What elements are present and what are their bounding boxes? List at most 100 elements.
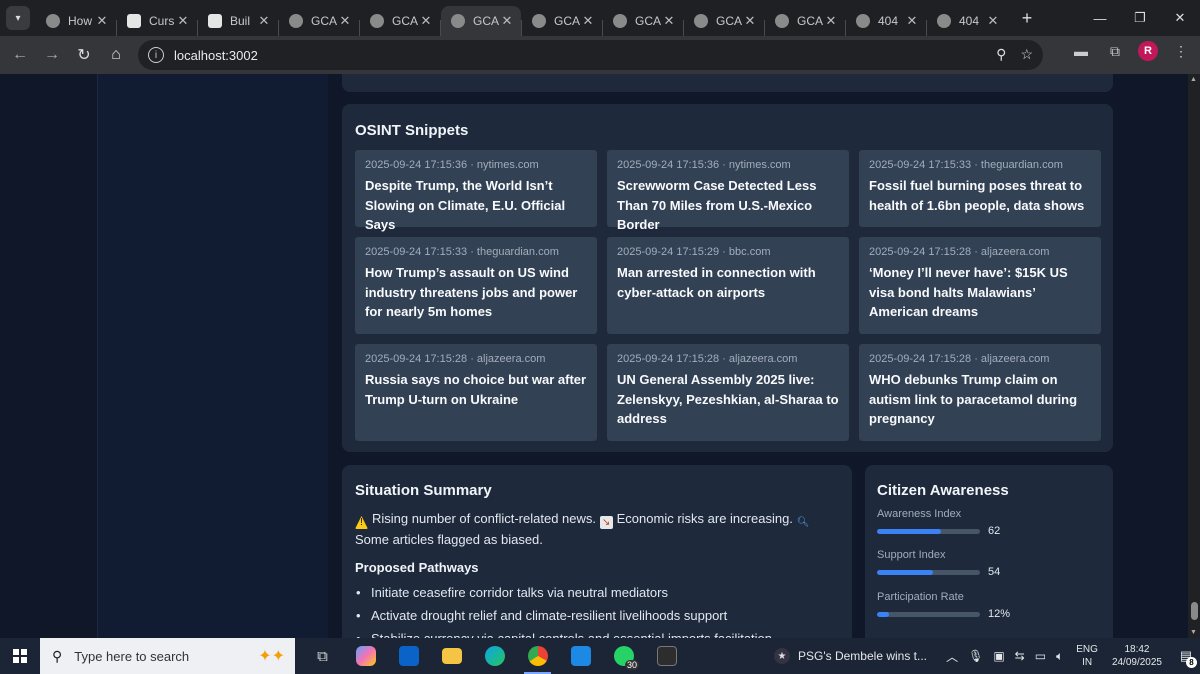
minimize-icon[interactable]: —: [1080, 0, 1120, 36]
address-url[interactable]: localhost:3002: [174, 48, 258, 63]
terminal-icon[interactable]: [645, 638, 688, 674]
snippet-meta: 2025-09-24 17:15:29 · bbc.com: [617, 246, 771, 258]
search-icon: ⚲: [52, 647, 63, 664]
reload-icon[interactable]: ↻: [68, 39, 100, 71]
home-icon[interactable]: ⌂: [100, 39, 132, 71]
microphone-icon[interactable]: 🎙︎: [968, 649, 983, 663]
osint-snippet[interactable]: 2025-09-24 17:15:33 · theguardian.com Fos…: [859, 150, 1101, 227]
browser-tab[interactable]: globe-icon GCA✕: [603, 6, 683, 36]
metric-label: Support Index: [877, 549, 946, 561]
extension-tile-icon[interactable]: ▬: [1070, 40, 1092, 62]
metric-value: 62: [988, 525, 1001, 537]
new-tab-button[interactable]: +: [1013, 8, 1041, 29]
edge-icon[interactable]: [473, 638, 516, 674]
tab-close-icon[interactable]: ✕: [904, 13, 920, 29]
volume-icon[interactable]: 🔈︎: [1056, 649, 1063, 664]
osint-snippet[interactable]: 2025-09-24 17:15:28 · aljazeera.com ‘Mone…: [859, 237, 1101, 334]
snippet-title[interactable]: UN General Assembly 2025 live: Zelenskyy…: [617, 370, 839, 429]
tab-close-icon[interactable]: ✕: [661, 13, 677, 29]
page-viewport: OSINT Snippets 2025-09-24 17:15:36 · nyt…: [0, 74, 1200, 638]
osint-snippet[interactable]: 2025-09-24 17:15:36 · nytimes.com Screwwo…: [607, 150, 849, 232]
browser-tab[interactable]: globe-icon GCA✕: [441, 6, 521, 36]
site-info-icon[interactable]: i: [148, 47, 164, 63]
close-window-icon[interactable]: ✕: [1160, 0, 1200, 36]
browser-tab[interactable]: globe-icon 404 ✕: [927, 6, 1007, 36]
browser-menu-icon[interactable]: ⋮: [1170, 40, 1192, 62]
browser-tab[interactable]: github-icon GCA✕: [279, 6, 359, 36]
pathway-item: Activate drought relief and climate-resi…: [355, 604, 772, 627]
network-icon[interactable]: ⇆: [1015, 649, 1025, 663]
osint-snippet[interactable]: 2025-09-24 17:15:36 · nytimes.com Despite…: [355, 150, 597, 232]
task-view-icon[interactable]: ⧉: [301, 638, 344, 674]
tab-close-icon[interactable]: ✕: [418, 13, 434, 29]
magnifier-icon: 🔍︎: [796, 517, 810, 528]
osint-snippet[interactable]: 2025-09-24 17:15:28 · aljazeera.com UN Ge…: [607, 344, 849, 441]
tab-close-icon[interactable]: ✕: [985, 13, 1001, 29]
camera-icon[interactable]: ▣: [993, 649, 1004, 663]
tab-close-icon[interactable]: ✕: [742, 13, 758, 29]
language-indicator[interactable]: ENG IN: [1076, 643, 1098, 669]
battery-icon[interactable]: ▭: [1035, 649, 1046, 663]
snippet-title[interactable]: Fossil fuel burning poses threat to heal…: [869, 176, 1091, 215]
news-widget[interactable]: ★ PSG's Dembele wins t...: [774, 648, 927, 664]
tab-close-icon[interactable]: ✕: [256, 13, 272, 29]
browser-tab[interactable]: globe-icon GCA✕: [522, 6, 602, 36]
copilot-sparkle-icon[interactable]: ✦✦: [258, 646, 285, 666]
awareness-metric: Support Index 54: [877, 549, 1107, 578]
tab-close-icon[interactable]: ✕: [94, 13, 110, 29]
browser-tab[interactable]: openai-icon How✕: [36, 6, 116, 36]
snippet-title[interactable]: WHO debunks Trump claim on autism link t…: [869, 370, 1091, 429]
tab-close-icon[interactable]: ✕: [823, 13, 839, 29]
tab-close-icon[interactable]: ✕: [499, 13, 515, 29]
extensions-puzzle-icon[interactable]: ⧉: [1104, 40, 1126, 62]
snippet-title[interactable]: Russia says no choice but war after Trum…: [365, 370, 587, 409]
tab-search-chevron-icon[interactable]: ▾: [6, 6, 30, 30]
page-scrollbar[interactable]: ▲ ▼: [1188, 74, 1200, 638]
tab-close-icon[interactable]: ✕: [337, 13, 353, 29]
osint-snippet[interactable]: 2025-09-24 17:15:33 · theguardian.com How…: [355, 237, 597, 334]
tab-close-icon[interactable]: ✕: [175, 13, 191, 29]
browser-tab[interactable]: cursor-icon Buil ✕: [198, 6, 278, 36]
awareness-metric: Participation Rate 12%: [877, 591, 1107, 620]
snippet-title[interactable]: Despite Trump, the World Isn’t Slowing o…: [365, 176, 587, 235]
scroll-down-icon[interactable]: ▼: [1190, 629, 1197, 636]
globe-icon: globe-icon: [451, 14, 465, 28]
notifications-icon[interactable]: ▤ 8: [1172, 638, 1200, 674]
osint-snippet[interactable]: 2025-09-24 17:15:29 · bbc.com Man arreste…: [607, 237, 849, 334]
scroll-up-icon[interactable]: ▲: [1190, 76, 1197, 83]
browser-tab[interactable]: globe-icon 404 ✕: [846, 6, 926, 36]
tab-close-icon[interactable]: ✕: [580, 13, 596, 29]
start-button[interactable]: [0, 638, 40, 674]
bookmark-star-icon[interactable]: ☆: [1020, 46, 1033, 63]
clock[interactable]: 18:42 24/09/2025: [1112, 643, 1162, 669]
outlook-icon[interactable]: [387, 638, 430, 674]
browser-tab[interactable]: cursor-icon Curs✕: [117, 6, 197, 36]
browser-tab[interactable]: globe-icon GCA✕: [360, 6, 440, 36]
chrome-icon[interactable]: [516, 638, 559, 674]
scrollbar-thumb[interactable]: [1191, 602, 1198, 620]
globe-icon: globe-icon: [370, 14, 384, 28]
osint-snippet[interactable]: 2025-09-24 17:15:28 · aljazeera.com WHO d…: [859, 344, 1101, 441]
snippet-title[interactable]: How Trump’s assault on US wind industry …: [365, 263, 587, 322]
copilot-icon[interactable]: [344, 638, 387, 674]
forward-icon[interactable]: →: [36, 39, 68, 71]
browser-tab[interactable]: globe-icon GCA✕: [684, 6, 764, 36]
whatsapp-icon[interactable]: 30: [602, 638, 645, 674]
osint-snippet[interactable]: 2025-09-24 17:15:28 · aljazeera.com Russi…: [355, 344, 597, 441]
restore-icon[interactable]: ❐: [1120, 0, 1160, 36]
snippet-title[interactable]: Man arrested in connection with cyber-at…: [617, 263, 839, 302]
snippet-meta: 2025-09-24 17:15:33 · theguardian.com: [869, 159, 1063, 171]
vscode-icon[interactable]: [559, 638, 602, 674]
back-icon[interactable]: ←: [4, 39, 36, 71]
snippet-title[interactable]: Screwworm Case Detected Less Than 70 Mil…: [617, 176, 839, 235]
whatsapp-badge: 30: [624, 660, 639, 670]
taskbar-search[interactable]: ⚲ Type here to search ✦✦: [40, 638, 295, 674]
situation-heading: Situation Summary: [355, 482, 492, 499]
tray-overflow-chevron-icon[interactable]: ︿: [946, 648, 958, 665]
address-bar[interactable]: i localhost:3002 ⚲ ☆: [138, 40, 1043, 70]
file-explorer-icon[interactable]: [430, 638, 473, 674]
zoom-icon[interactable]: ⚲: [996, 46, 1006, 63]
snippet-title[interactable]: ‘Money I’ll never have’: $15K US visa bo…: [869, 263, 1091, 322]
browser-tab[interactable]: github-icon GCA✕: [765, 6, 845, 36]
profile-avatar[interactable]: R: [1138, 41, 1158, 61]
